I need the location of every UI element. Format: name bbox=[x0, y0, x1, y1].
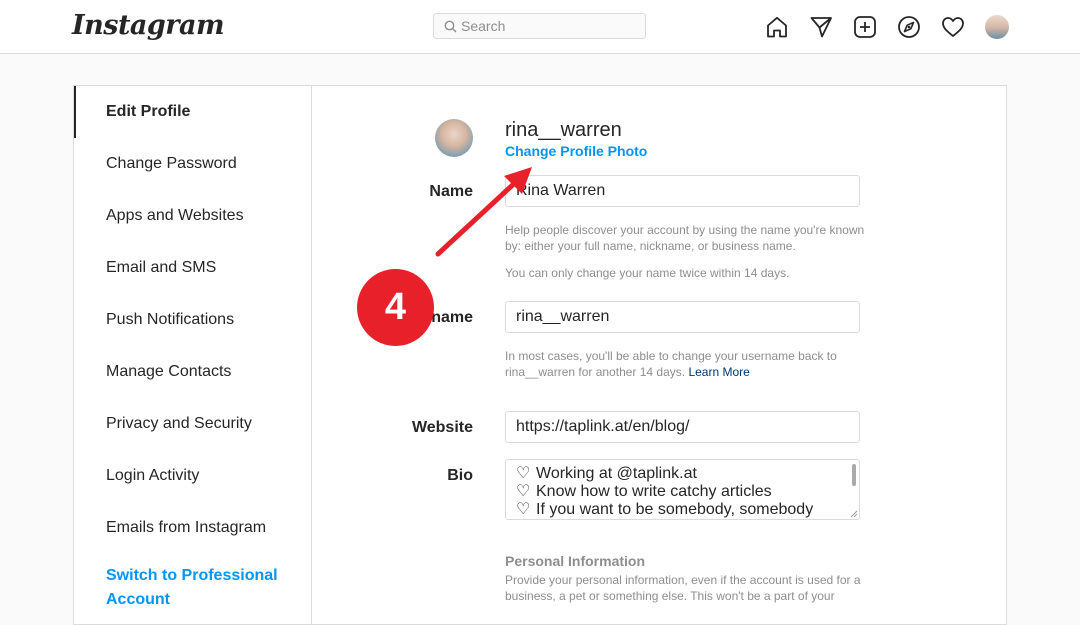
top-navigation-bar: Instagram bbox=[0, 0, 1080, 54]
resize-handle-icon[interactable] bbox=[850, 510, 858, 518]
name-field[interactable] bbox=[505, 175, 860, 207]
activity-heart-icon[interactable] bbox=[941, 15, 965, 39]
sidebar-item-push-notifications[interactable]: Push Notifications bbox=[74, 294, 310, 346]
edit-profile-form: rina__warren Change Profile Photo Name H… bbox=[311, 86, 1006, 624]
heart-icon: ♡ bbox=[516, 483, 531, 500]
bio-line: ♡ If you want to be somebody, somebody bbox=[516, 501, 849, 519]
bio-line-text: Know how to write catchy articles bbox=[536, 483, 772, 500]
sidebar-item-label: Edit Profile bbox=[106, 103, 191, 120]
sidebar-item-emails-instagram[interactable]: Emails from Instagram bbox=[74, 502, 310, 554]
name-help-text: Help people discover your account by usi… bbox=[505, 223, 865, 253]
explore-icon[interactable] bbox=[897, 15, 921, 39]
sidebar-item-label: Emails from Instagram bbox=[106, 519, 267, 536]
home-icon[interactable] bbox=[765, 15, 789, 39]
search-icon bbox=[444, 20, 457, 33]
search-input[interactable] bbox=[461, 17, 641, 35]
bio-textarea[interactable]: ♡ Working at @taplink.at ♡ Know how to wri… bbox=[505, 459, 860, 520]
bio-line: ♡ Working at @taplink.at bbox=[516, 465, 849, 483]
sidebar-item-label: Manage Contacts bbox=[106, 363, 232, 380]
bio-line: ♡ Know how to write catchy articles bbox=[516, 483, 849, 501]
sidebar-item-privacy-security[interactable]: Privacy and Security bbox=[74, 398, 310, 450]
direct-icon[interactable] bbox=[809, 15, 833, 39]
settings-card: Edit Profile Change Password Apps and We… bbox=[73, 85, 1007, 625]
personal-info-title: Personal Information bbox=[505, 553, 646, 569]
personal-info-text: Provide your personal information, even … bbox=[505, 573, 861, 603]
search-box[interactable] bbox=[433, 13, 646, 39]
profile-avatar-icon[interactable] bbox=[985, 15, 1009, 39]
website-field[interactable] bbox=[505, 411, 860, 443]
heart-icon: ♡ bbox=[516, 465, 531, 482]
sidebar-item-apps-websites[interactable]: Apps and Websites bbox=[74, 190, 310, 242]
profile-photo[interactable] bbox=[435, 119, 473, 157]
username-help-text: In most cases, you'll be able to change … bbox=[505, 348, 865, 380]
settings-sidebar: Edit Profile Change Password Apps and We… bbox=[74, 86, 312, 624]
username-help-body: In most cases, you'll be able to change … bbox=[505, 349, 837, 379]
sidebar-item-label: Privacy and Security bbox=[106, 415, 252, 432]
username-field[interactable] bbox=[505, 301, 860, 333]
sidebar-item-edit-profile[interactable]: Edit Profile bbox=[74, 86, 310, 138]
bio-label: Bio bbox=[447, 467, 473, 484]
name-label: Name bbox=[429, 183, 473, 200]
instagram-logo[interactable]: Instagram bbox=[72, 10, 225, 41]
new-post-icon[interactable] bbox=[853, 15, 877, 39]
step-number-badge: 4 bbox=[357, 269, 434, 346]
sidebar-item-label: Email and SMS bbox=[106, 259, 217, 276]
sidebar-item-label: Login Activity bbox=[106, 467, 200, 484]
sidebar-item-change-password[interactable]: Change Password bbox=[74, 138, 310, 190]
sidebar-item-manage-contacts[interactable]: Manage Contacts bbox=[74, 346, 310, 398]
change-profile-photo-link[interactable]: Change Profile Photo bbox=[505, 143, 647, 159]
bio-line-text: Working at @taplink.at bbox=[536, 465, 697, 482]
profile-username: rina__warren bbox=[505, 119, 622, 141]
sidebar-item-label: Push Notifications bbox=[106, 311, 235, 328]
sidebar-item-login-activity[interactable]: Login Activity bbox=[74, 450, 310, 502]
sidebar-item-email-sms[interactable]: Email and SMS bbox=[74, 242, 310, 294]
sidebar-item-label: Apps and Websites bbox=[106, 207, 244, 224]
switch-professional-link[interactable]: Switch to Professional Account bbox=[106, 564, 296, 612]
learn-more-link[interactable]: Learn More bbox=[688, 365, 749, 379]
website-label: Website bbox=[411, 419, 473, 436]
bio-scrollbar[interactable] bbox=[852, 464, 856, 486]
name-limit-text: You can only change your name twice with… bbox=[505, 266, 790, 280]
bio-line-text: If you want to be somebody, somebody bbox=[536, 501, 814, 518]
heart-icon: ♡ bbox=[516, 501, 531, 518]
sidebar-item-label: Change Password bbox=[106, 155, 237, 172]
